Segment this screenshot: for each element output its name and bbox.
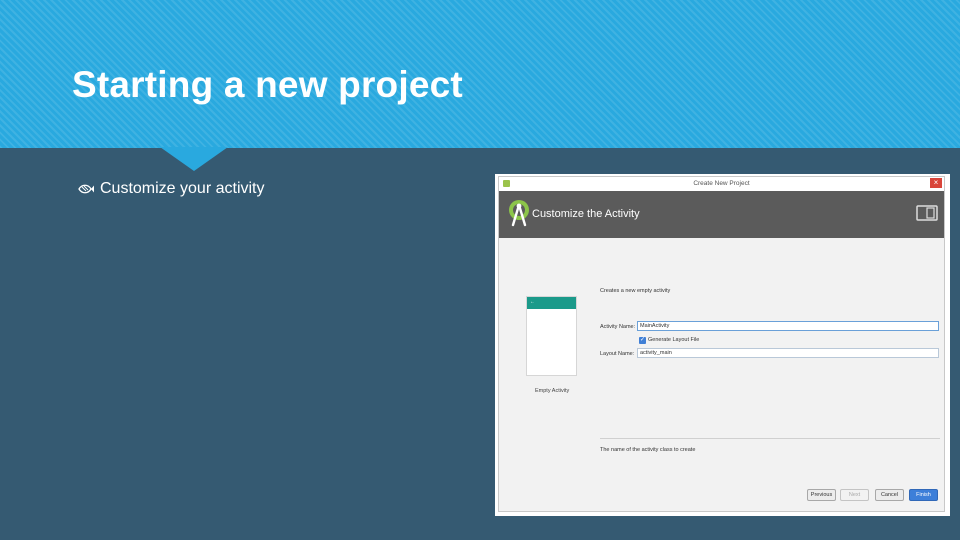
android-studio-logo-icon: [509, 200, 529, 227]
layout-name-label: Layout Name:: [600, 351, 635, 357]
activity-description: Creates a new empty activity: [600, 288, 671, 294]
field-hint: The name of the activity class to create: [600, 447, 696, 453]
slide-title: Starting a new project: [72, 64, 463, 105]
activity-name-label: Activity Name:: [600, 324, 636, 330]
banner-title: Customize the Activity: [532, 208, 640, 220]
dialog-titlebar: Create New Project ×: [499, 177, 944, 191]
screenshot-frame: Create New Project × Customize the Activ…: [495, 174, 950, 516]
activity-preview: ←: [526, 296, 577, 376]
previous-button[interactable]: Previous: [807, 489, 836, 501]
preview-caption: Empty Activity: [535, 388, 570, 394]
checkbox-checked-icon[interactable]: ✓: [639, 337, 646, 344]
generate-layout-label: Generate Layout File: [648, 337, 700, 343]
dialog-divider: [600, 438, 940, 439]
dialog-banner: Customize the Activity: [499, 191, 944, 238]
slide-header: Starting a new project: [0, 0, 960, 148]
close-icon[interactable]: ×: [930, 178, 942, 188]
header-notch: [160, 147, 228, 171]
preview-action-bar: ←: [527, 297, 576, 309]
device-layout-icon: [916, 205, 938, 221]
bullet-fish-icon: [78, 184, 94, 194]
finish-button[interactable]: Finish: [909, 489, 938, 501]
cancel-button[interactable]: Cancel: [875, 489, 904, 501]
next-button[interactable]: Next: [840, 489, 869, 501]
create-project-dialog: Create New Project × Customize the Activ…: [498, 176, 945, 512]
bullet-text: Customize your activity: [100, 180, 265, 197]
dialog-window-title: Create New Project: [693, 180, 750, 187]
layout-name-field[interactable]: activity_main: [637, 348, 939, 358]
activity-name-field[interactable]: MainActivity: [637, 321, 939, 331]
bullet-item: Customize your activity: [78, 180, 265, 198]
